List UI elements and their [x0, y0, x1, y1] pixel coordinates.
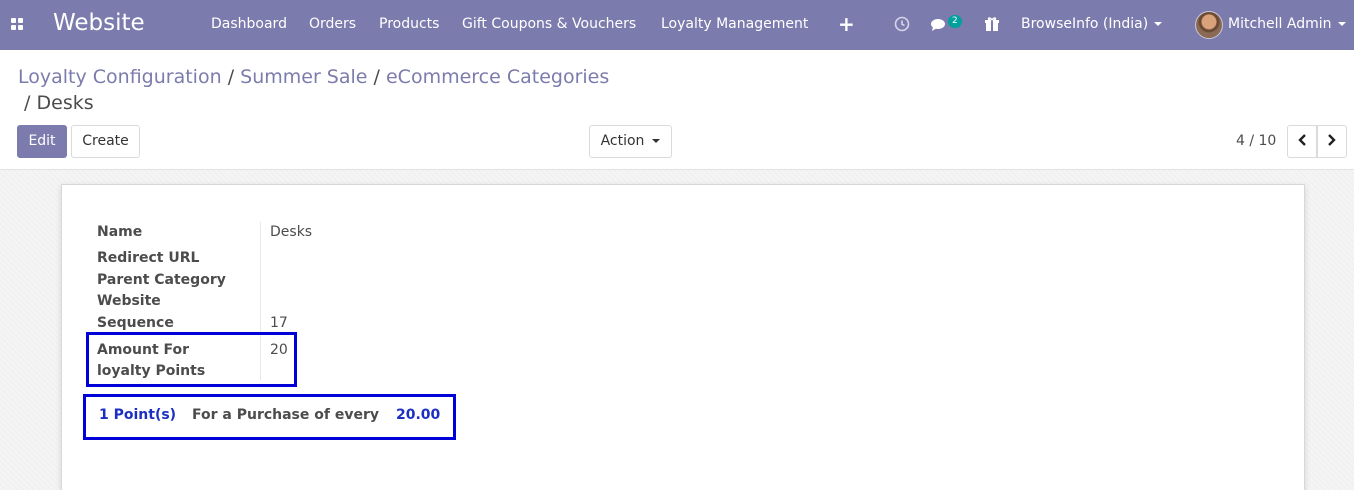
user-menu[interactable]: Mitchell Admin [1228, 16, 1346, 32]
clock-icon[interactable] [894, 16, 910, 36]
messages-count-badge: 2 [948, 15, 962, 28]
field-value-name: Desks [270, 224, 313, 240]
menu-loyalty-management[interactable]: Loyalty Management [661, 16, 808, 32]
menu-gift-coupons[interactable]: Gift Coupons & Vouchers [462, 16, 636, 32]
edit-button[interactable]: Edit [17, 125, 67, 158]
field-label-parent-category: Parent Category [97, 272, 226, 288]
field-value-sequence: 17 [270, 315, 288, 331]
pager-value[interactable]: 4 / 10 [1236, 133, 1276, 149]
company-switcher[interactable]: BrowseInfo (India) [1021, 16, 1163, 32]
plus-icon[interactable]: + [838, 12, 855, 36]
breadcrumb-loyalty-configuration[interactable]: Loyalty Configuration [18, 66, 222, 88]
menu-dashboard[interactable]: Dashboard [211, 16, 287, 32]
chat-icon[interactable] [930, 17, 948, 37]
breadcrumb-ecommerce-categories[interactable]: eCommerce Categories [386, 66, 609, 88]
pager-previous-button[interactable] [1287, 125, 1317, 158]
chevron-right-icon [1328, 134, 1336, 146]
avatar[interactable] [1195, 11, 1223, 39]
breadcrumb-summer-sale[interactable]: Summer Sale [240, 66, 367, 88]
chevron-left-icon [1298, 134, 1306, 146]
caret-down-icon [652, 139, 661, 143]
caret-down-icon [1154, 22, 1163, 26]
gift-icon[interactable] [984, 16, 1000, 36]
menu-orders[interactable]: Orders [309, 16, 356, 32]
breadcrumb-separator: / [24, 92, 31, 114]
menu-products[interactable]: Products [379, 16, 439, 32]
field-label-website: Website [97, 293, 161, 309]
create-button[interactable]: Create [71, 125, 140, 158]
field-label-name: Name [97, 224, 143, 240]
breadcrumb-current: Desks [36, 92, 94, 114]
pager-next-button[interactable] [1317, 125, 1347, 158]
action-dropdown[interactable]: Action [589, 125, 672, 158]
company-name: BrowseInfo (India) [1021, 16, 1149, 32]
app-title[interactable]: Website [53, 10, 145, 36]
breadcrumb: Loyalty Configuration / Summer Sale / eC… [18, 64, 718, 116]
highlight-box-amount [86, 332, 297, 387]
top-navbar: Website Dashboard Orders Products Gift C… [0, 0, 1354, 50]
apps-icon[interactable] [11, 18, 25, 32]
highlight-box-summary [83, 394, 456, 440]
caret-down-icon [1337, 22, 1346, 26]
breadcrumb-separator: / [227, 66, 235, 88]
field-label-redirect-url: Redirect URL [97, 250, 200, 266]
action-label: Action [600, 133, 645, 149]
breadcrumb-separator: / [373, 66, 380, 88]
field-label-sequence: Sequence [97, 315, 174, 331]
user-name: Mitchell Admin [1228, 16, 1332, 32]
